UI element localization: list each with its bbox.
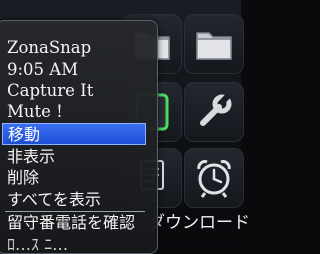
menu-item-show-all[interactable]: すべてを表示 <box>2 189 146 211</box>
menu-item-time[interactable]: 9:05 AM <box>2 59 146 81</box>
download-label: ダウンロード <box>148 213 250 233</box>
menu-item-check-voicemail[interactable]: 留守番電話を確認 <box>2 212 146 234</box>
menu-item-mute[interactable]: Mute ! <box>2 101 146 123</box>
menu-item-move[interactable]: 移動 <box>2 123 146 145</box>
wrench-icon[interactable] <box>184 82 244 142</box>
menu-item-partial[interactable]: ﾛ…ｽ ﾆ… <box>2 234 146 253</box>
menu-item-hide[interactable]: 非表示 <box>2 146 146 168</box>
menu-item-delete[interactable]: 削除 <box>2 167 146 189</box>
context-menu: ZonaSnap 9:05 AM Capture It Mute ! 移動 非表… <box>0 20 158 254</box>
folder-icon[interactable] <box>184 14 244 74</box>
menu-item-zonasnap[interactable]: ZonaSnap <box>2 37 146 59</box>
menu-item-capture-it[interactable]: Capture It <box>2 80 146 102</box>
alarm-clock-icon[interactable] <box>184 148 244 208</box>
